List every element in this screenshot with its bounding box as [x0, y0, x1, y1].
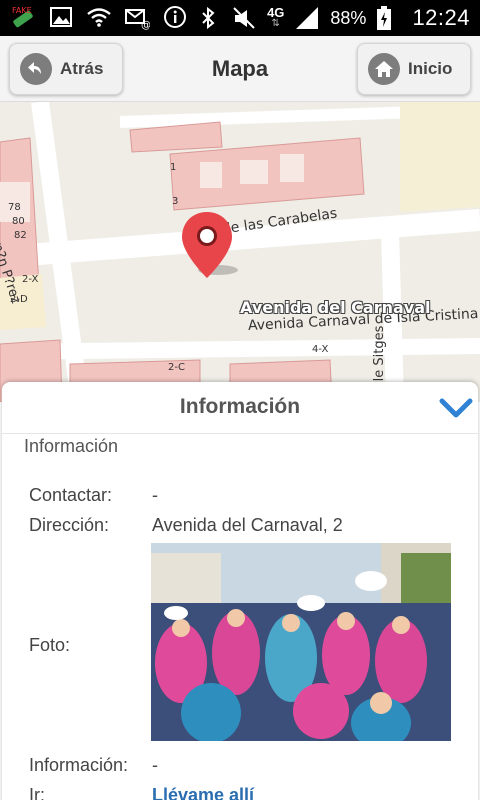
home-icon	[368, 53, 400, 85]
contactar-label: Contactar:	[29, 485, 113, 505]
svg-text:FAKE: FAKE	[12, 6, 32, 15]
info-panel: Información Información Contactar: - Dir…	[2, 382, 478, 800]
home-button[interactable]: Inicio	[357, 43, 471, 95]
direccion-value: Avenida del Carnaval, 2	[152, 515, 343, 535]
bluetooth-icon	[195, 5, 221, 31]
map-pin-icon[interactable]	[180, 210, 234, 280]
informacion-value: -	[152, 755, 158, 775]
svg-text:@: @	[141, 20, 150, 30]
gallery-icon	[48, 4, 74, 30]
take-me-there-link[interactable]: Llévame allí	[152, 785, 254, 800]
mute-icon	[231, 5, 257, 31]
mail-icon: @	[124, 4, 151, 31]
wifi-icon	[86, 4, 112, 30]
chevron-down-icon[interactable]	[438, 394, 474, 422]
info-panel-title: Información	[179, 395, 301, 418]
signal-icon	[294, 5, 320, 31]
informacion-label: Información:	[29, 755, 129, 775]
marker-label: Avenida del Carnaval	[240, 298, 431, 317]
home-button-label: Inicio	[408, 59, 453, 78]
map-view[interactable]: 78 80 82 1 3 2-X 2-D 2-C 4-X Calle las C…	[0, 102, 480, 402]
network-type-indicator: 4G ⇅	[267, 5, 285, 29]
section-heading: Información	[24, 436, 119, 456]
house-number: 4-X	[312, 344, 328, 355]
house-number: 82	[14, 230, 27, 241]
house-number: 2-C	[168, 362, 185, 373]
house-number: 1	[170, 162, 176, 173]
direccion-label: Dirección:	[29, 515, 110, 535]
info-panel-header[interactable]: Información	[2, 382, 478, 434]
app-notification-icon: FAKE	[10, 4, 36, 30]
house-number: 3	[172, 196, 178, 207]
ir-label: Ir:	[29, 785, 45, 800]
info-icon	[162, 4, 188, 30]
battery-percent: 88%	[330, 7, 367, 28]
contactar-value: -	[152, 485, 158, 505]
clock: 12:24	[412, 5, 470, 30]
status-bar: FAKE @ 4G ⇅ 88% 12:24	[0, 0, 480, 36]
app-header: Atrás Mapa Inicio	[0, 36, 480, 102]
house-number: 2-X	[22, 274, 38, 285]
carnival-photo[interactable]	[151, 543, 451, 741]
map-tiles: 78 80 82 1 3 2-X 2-D 2-C 4-X	[0, 102, 480, 402]
battery-icon	[376, 5, 402, 31]
house-number: 78	[8, 202, 21, 213]
foto-label: Foto:	[29, 635, 71, 655]
house-number: 80	[12, 216, 25, 227]
